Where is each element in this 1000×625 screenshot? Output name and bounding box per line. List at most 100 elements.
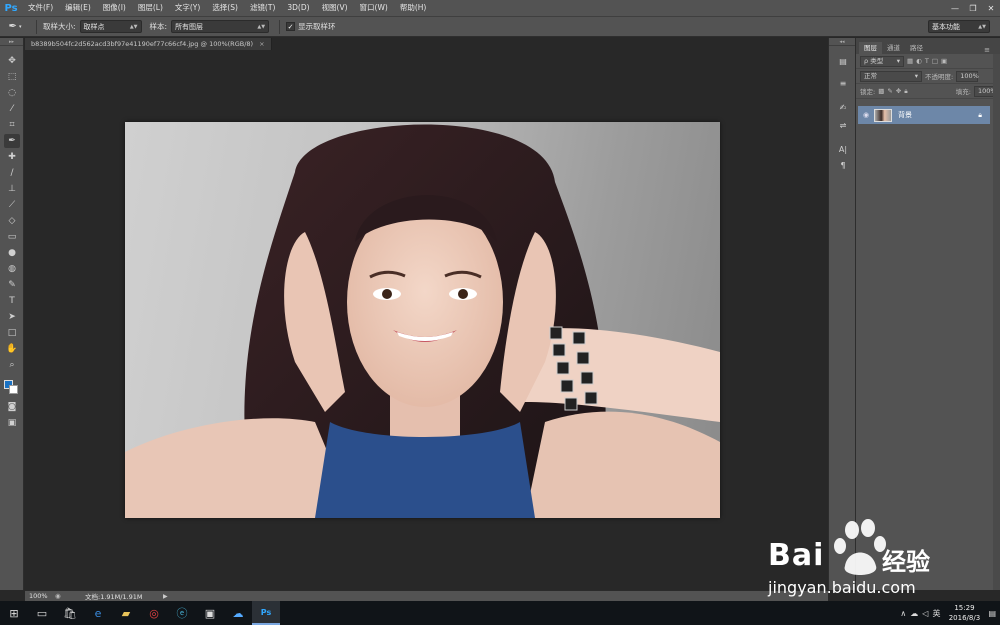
background-color-swatch[interactable] — [9, 385, 18, 394]
zoom-tool-icon[interactable]: ⌕ — [4, 358, 20, 372]
filter-pixel-icon[interactable]: ▦ — [907, 57, 913, 65]
quick-mask-icon[interactable]: ◙ — [4, 400, 20, 414]
document-tab-title: b8389b504fc2d562acd3bf97e41190ef77c66cf4… — [31, 40, 254, 48]
dodge-tool-icon[interactable]: ◍ — [4, 262, 20, 276]
panel-menu-icon[interactable]: ≡ — [984, 46, 990, 54]
network-icon[interactable]: ☁ — [910, 609, 918, 618]
properties-panel-icon[interactable]: ≡ — [835, 76, 851, 90]
collapse-arrows-icon[interactable]: ▸▸ — [0, 38, 23, 46]
file-explorer-icon[interactable]: ▰ — [112, 601, 140, 625]
restore-icon[interactable]: ❐ — [964, 1, 982, 15]
eyedropper-tool-icon[interactable]: ✒ — [4, 134, 20, 148]
menu-3d[interactable]: 3D(D) — [281, 0, 315, 16]
panel-scrollbar[interactable] — [993, 54, 1000, 590]
layer-row-background[interactable]: ◉ 背景 🔒︎ — [858, 106, 990, 124]
clock[interactable]: 15:29 2016/8/3 — [944, 603, 984, 623]
character-panel-icon[interactable]: A| — [835, 142, 851, 156]
menu-filter[interactable]: 滤镜(T) — [244, 0, 281, 16]
rectangle-tool-icon[interactable]: □ — [4, 326, 20, 340]
eyedropper-preset-icon[interactable]: ✒ ▾ — [0, 19, 30, 35]
zoom-level[interactable]: 100% — [29, 592, 55, 600]
show-sampling-ring-checkbox[interactable]: ✓ — [286, 22, 296, 31]
screen-mode-icon[interactable]: ▣ — [4, 416, 20, 430]
document-tab[interactable]: b8389b504fc2d562acd3bf97e41190ef77c66cf4… — [25, 38, 272, 50]
lock-label: 锁定: — [860, 88, 876, 96]
filter-shape-icon[interactable]: □ — [932, 57, 938, 65]
volume-icon[interactable]: ◁ — [922, 609, 928, 618]
notification-icon[interactable]: ▤ — [988, 609, 996, 618]
lock-position-icon[interactable]: ✥ — [896, 87, 901, 95]
edge-browser-icon[interactable]: e — [84, 601, 112, 625]
filter-type-icon[interactable]: T — [925, 57, 929, 65]
lock-row: 锁定: ▩ ✎ ✥ 🔒︎ 填充: 100% — [856, 84, 1000, 99]
pen-tool-icon[interactable]: ✎ — [4, 278, 20, 292]
workspace-dropdown[interactable]: 基本功能 ▲▼ — [928, 20, 990, 33]
opacity-field[interactable]: 100% — [956, 70, 979, 82]
menu-view[interactable]: 视图(V) — [316, 0, 354, 16]
collapse-arrows-icon[interactable]: ◂◂ — [829, 38, 855, 46]
filter-adjust-icon[interactable]: ◐ — [916, 57, 922, 65]
lock-pixels-icon[interactable]: ✎ — [887, 87, 892, 95]
brush-panel-icon[interactable]: ✍ — [835, 100, 851, 114]
start-windows-icon[interactable]: ⊞ — [0, 601, 28, 625]
tab-layers[interactable]: 图层 — [859, 42, 882, 54]
tab-paths[interactable]: 路径 — [905, 42, 928, 54]
close-tab-icon[interactable]: × — [259, 40, 264, 48]
ime-indicator[interactable]: 英 — [932, 608, 940, 619]
status-expand-icon[interactable]: ▶ — [163, 593, 168, 600]
lasso-tool-icon[interactable]: ◌ — [4, 86, 20, 100]
paragraph-panel-icon[interactable]: ¶ — [835, 158, 851, 172]
eraser-tool-icon[interactable]: ◇ — [4, 214, 20, 228]
sample-size-dropdown[interactable]: 取样点 ▲▼ — [79, 20, 142, 33]
brush-tool-icon[interactable]: ∕ — [4, 166, 20, 180]
history-brush-tool-icon[interactable]: ⟋ — [4, 198, 20, 212]
menu-help[interactable]: 帮助(H) — [394, 0, 433, 16]
photoshop-taskbar-icon[interactable]: Ps — [252, 601, 280, 625]
type-tool-icon[interactable]: T — [4, 294, 20, 308]
status-menu-icon[interactable]: ◉ — [55, 592, 65, 600]
close-icon[interactable]: ✕ — [982, 1, 1000, 15]
adjust-panel-icon[interactable]: ⇌ — [835, 118, 851, 132]
quick-select-tool-icon[interactable]: ⁄ — [4, 102, 20, 116]
history-panel-icon[interactable]: ▤ — [835, 54, 851, 68]
healing-brush-tool-icon[interactable]: ✚ — [4, 150, 20, 164]
layer-filter-value: ρ 类型 — [864, 56, 884, 65]
lock-all-icon[interactable]: 🔒︎ — [904, 87, 907, 96]
show-sampling-ring-label: 显示取样环 — [298, 22, 336, 31]
menu-window[interactable]: 窗口(W) — [354, 0, 394, 16]
window-controls: — ❐ ✕ — [946, 0, 1000, 16]
sample-dropdown[interactable]: 所有图层 ▲▼ — [171, 20, 270, 33]
tab-channels[interactable]: 通道 — [882, 42, 905, 54]
browser-icon[interactable]: ⓔ — [168, 601, 196, 625]
blend-mode-dropdown[interactable]: 正常 ▾ — [860, 70, 922, 82]
clone-stamp-tool-icon[interactable]: ⊥ — [4, 182, 20, 196]
visibility-eye-icon[interactable]: ◉ — [858, 111, 874, 119]
gradient-tool-icon[interactable]: ▭ — [4, 230, 20, 244]
task-view-icon[interactable]: ▭ — [28, 601, 56, 625]
layer-filter-dropdown[interactable]: ρ 类型 ▾ — [860, 55, 904, 67]
menu-edit[interactable]: 编辑(E) — [59, 0, 97, 16]
chat-app-icon[interactable]: ☁ — [224, 601, 252, 625]
tray-expand-icon[interactable]: ∧ — [900, 609, 906, 618]
menu-file[interactable]: 文件(F) — [22, 0, 59, 16]
marquee-tool-icon[interactable]: ⬚ — [4, 70, 20, 84]
filter-smart-icon[interactable]: ▣ — [941, 57, 947, 65]
minimize-icon[interactable]: — — [946, 1, 964, 15]
crop-tool-icon[interactable]: ⌗ — [4, 118, 20, 132]
chrome-icon[interactable]: ◎ — [140, 601, 168, 625]
canvas-photo[interactable] — [125, 122, 720, 518]
hand-tool-icon[interactable]: ✋ — [4, 342, 20, 356]
menu-layer[interactable]: 图层(L) — [132, 0, 169, 16]
blur-tool-icon[interactable]: ● — [4, 246, 20, 260]
clock-time: 15:29 — [954, 604, 975, 612]
layer-filter-row: ρ 类型 ▾ ▦ ◐ T □ ▣ — [856, 54, 1000, 69]
menu-type[interactable]: 文字(Y) — [169, 0, 206, 16]
move-tool-icon[interactable]: ✥ — [4, 54, 20, 68]
lock-transparent-icon[interactable]: ▩ — [878, 87, 884, 95]
sample-size-value: 取样点 — [83, 22, 105, 31]
menu-select[interactable]: 选择(S) — [206, 0, 244, 16]
path-selection-tool-icon[interactable]: ➤ — [4, 310, 20, 324]
media-app-icon[interactable]: ▣ — [196, 601, 224, 625]
store-icon[interactable]: 🛍︎ — [56, 601, 84, 625]
menu-image[interactable]: 图像(I) — [97, 0, 132, 16]
